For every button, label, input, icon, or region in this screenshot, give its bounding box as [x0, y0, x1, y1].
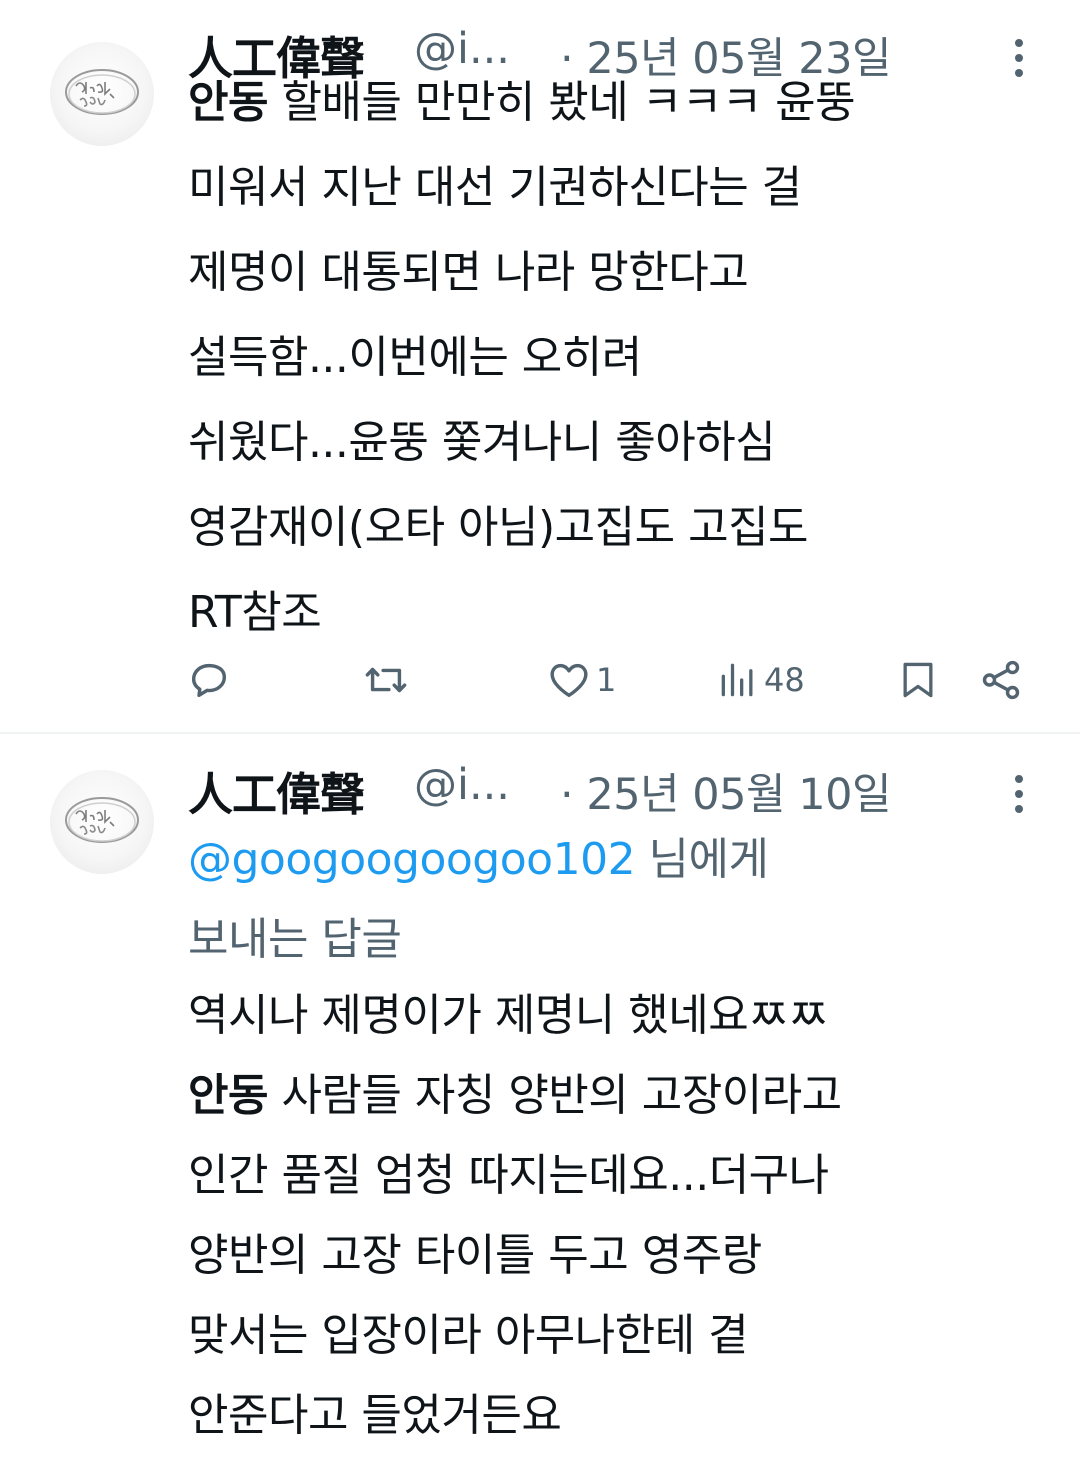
share-icon [982, 660, 1020, 700]
text-segment: 제명이 대통되면 나라 망한다고 [188, 247, 749, 298]
text-segment: 안준다고 들었거든요 [188, 1390, 562, 1441]
text-segment: 사람들 자칭 양반의 고장이라고 [267, 1070, 842, 1121]
tweet-text-line: 안동 할배들 만만히 봤네 ㅋㅋㅋ 윤뚱 [188, 60, 1048, 145]
tweet-text-line: 영감재이(오타 아님)고집도 고집도 [188, 485, 1048, 570]
like-count: 1 [596, 661, 617, 699]
like-button[interactable]: 1 [546, 652, 616, 708]
text-segment: RT참조 [188, 587, 322, 638]
tweet-text-line: RT참조 [188, 570, 1048, 655]
text-segment: 맞서는 입장이라 아무나한테 곁 [188, 1310, 749, 1361]
tweet-text: 안동 할배들 만만히 봤네 ㅋㅋㅋ 윤뚱미워서 지난 대선 기권하신다는 걸제명… [188, 60, 1048, 655]
share-button[interactable] [978, 652, 1024, 708]
author-handle[interactable]: @i... [414, 760, 510, 810]
more-vertical-icon[interactable] [1004, 768, 1034, 820]
tweet-text-line: 제명이 대통되면 나라 망한다고 [188, 230, 1048, 315]
tweet-text-line: 인간 품질 엄청 따지는데요...더구나 [188, 1136, 1048, 1216]
highlighted-keyword: 안동 [188, 1070, 268, 1121]
views-count: 48 [764, 661, 805, 699]
text-segment: 할배들 만만히 봤네 ㅋㅋㅋ 윤뚱 [267, 77, 856, 128]
text-segment: 양반의 고장 타이틀 두고 영주랑 [188, 1230, 762, 1281]
mention-link[interactable]: @googoogoogoo102 [188, 834, 636, 885]
tweet-2[interactable]: 人工偉聲 @i... · 25년 05월 10일 @googoogoogoo10… [0, 734, 1080, 1462]
tweet-date[interactable]: · 25년 05월 10일 [560, 760, 892, 822]
tweet-header: 人工偉聲 @i... · 25년 05월 10일 [188, 758, 1068, 821]
avatar[interactable] [50, 770, 154, 874]
text-segment: 설득함...이번에는 오히려 [188, 332, 642, 383]
tweet-text-line: 쉬웠다...윤뚱 쫓겨나니 좋아하심 [188, 400, 1048, 485]
replying-to: @googoogoogoo102 님에게 보내는 답글 [188, 820, 1048, 980]
tweet-text-line: 양반의 고장 타이틀 두고 영주랑 [188, 1216, 1048, 1296]
text-segment: 영감재이(오타 아님)고집도 고집도 [188, 502, 809, 553]
ring-logo-avatar [65, 797, 139, 843]
tweet-text-line: 설득함...이번에는 오히려 [188, 315, 1048, 400]
tweet-text-line: 안동 사람들 자칭 양반의 고장이라고 [188, 1056, 1048, 1136]
retweet-button[interactable] [362, 652, 410, 708]
replying-to-suffix: 님에게 [635, 834, 769, 885]
tweet-text: 역시나 제명이가 제명니 했네요ㅉㅉ 안동 사람들 자칭 양반의 고장이라고인간 … [188, 976, 1048, 1456]
tweet-text-line: 역시나 제명이가 제명니 했네요ㅉㅉ [188, 976, 1048, 1056]
tweet-text-line: 맞서는 입장이라 아무나한테 곁 [188, 1296, 1048, 1376]
tweet-1[interactable]: 人工偉聲 @i... · 25년 05월 23일 안동 할배들 만만히 봤네 ㅋ… [0, 0, 1080, 733]
ring-logo-avatar [65, 69, 139, 115]
retweet-icon [365, 667, 407, 693]
text-segment: 인간 품질 엄청 따지는데요...더구나 [188, 1150, 829, 1201]
text-segment: 쉬웠다...윤뚱 쫓겨나니 좋아하심 [188, 417, 776, 468]
avatar[interactable] [50, 42, 154, 146]
tweet-text-line: 안준다고 들었거든요 [188, 1376, 1048, 1456]
bookmark-icon [903, 662, 933, 698]
views-icon [721, 663, 753, 697]
author-name[interactable]: 人工偉聲 [188, 758, 365, 823]
text-segment: 미워서 지난 대선 기권하신다는 걸 [188, 162, 802, 213]
views-button[interactable]: 48 [716, 652, 805, 708]
highlighted-keyword: 안동 [188, 77, 268, 128]
tweet-actions: 1 48 [186, 652, 1036, 708]
bookmark-button[interactable] [896, 652, 940, 708]
replying-to-line2: 보내는 답글 [188, 914, 402, 965]
reply-icon [191, 663, 227, 698]
reply-button[interactable] [186, 652, 232, 708]
heart-icon [550, 663, 588, 698]
text-segment: 역시나 제명이가 제명니 했네요ㅉㅉ [188, 990, 829, 1041]
tweet-text-line: 미워서 지난 대선 기권하신다는 걸 [188, 145, 1048, 230]
